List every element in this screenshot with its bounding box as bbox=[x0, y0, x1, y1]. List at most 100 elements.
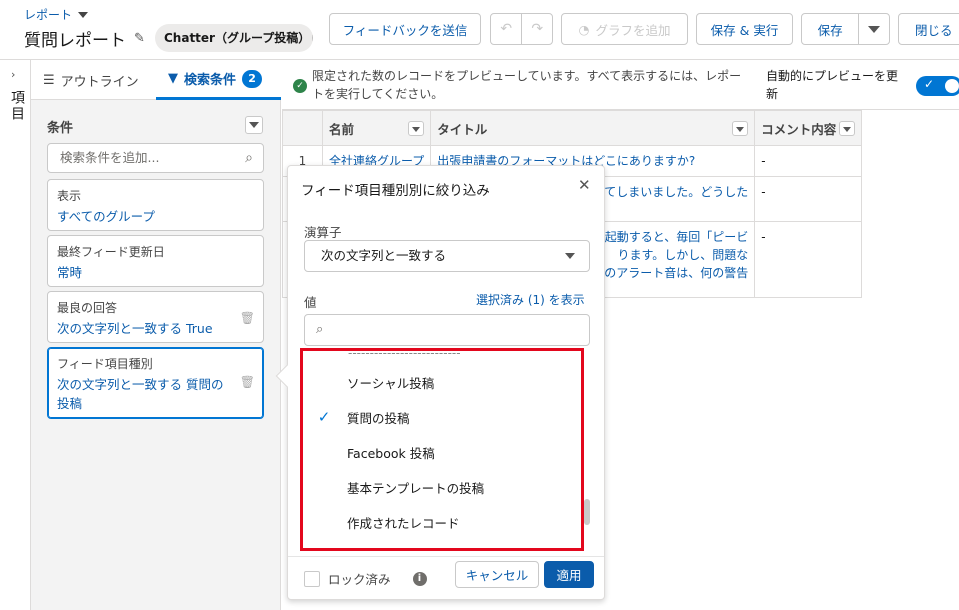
popover-title: フィード項目種別別に絞り込み bbox=[301, 183, 490, 199]
tab-outline-label: アウトライン bbox=[60, 74, 139, 90]
value-options-list[interactable]: ‐‐‐‐‐‐‐‐‐‐‐‐‐‐‐‐‐‐‐‐‐‐‐‐‐‐ ソーシャル投稿 ✓ 質問の… bbox=[301, 351, 593, 551]
fields-rail-label[interactable]: 項目 bbox=[7, 90, 27, 122]
filter-card-value: 次の文字列と一致する True bbox=[57, 321, 213, 336]
list-scrollbar[interactable] bbox=[584, 499, 590, 525]
list-item[interactable]: Facebook 投稿 bbox=[301, 436, 581, 468]
locked-label: ロック済み bbox=[328, 572, 391, 587]
option-label: 作成されたレコード bbox=[347, 515, 460, 531]
show-selected-link[interactable]: 選択済み (1) を表示 bbox=[476, 291, 585, 308]
column-header-comment[interactable]: コメント内容 bbox=[754, 110, 863, 146]
check-icon: ✓ bbox=[924, 77, 935, 91]
save-menu-toggle[interactable] bbox=[858, 14, 889, 44]
operator-selected-value: 次の文字列と一致する bbox=[321, 248, 447, 263]
trash-icon[interactable]: 🗑 bbox=[240, 375, 255, 389]
chart-icon: ◔ bbox=[578, 21, 590, 37]
preview-notice: ✓ 限定された数のレコードをプレビューしています。すべて表示するには、レポートを… bbox=[282, 60, 959, 110]
locked-checkbox-row[interactable]: ロック済み i bbox=[304, 569, 427, 588]
save-and-run-button[interactable]: 保存 & 実行 bbox=[696, 13, 793, 45]
column-header-label: タイトル bbox=[437, 121, 488, 137]
chevron-down-icon[interactable] bbox=[78, 11, 89, 18]
tab-filters[interactable]: ▼ 検索条件 2 bbox=[156, 60, 281, 100]
success-check-icon: ✓ bbox=[293, 79, 307, 93]
column-header-rownum bbox=[282, 110, 323, 146]
filter-funnel-icon: ▼ bbox=[168, 71, 178, 86]
breadcrumb-label[interactable]: レポート bbox=[24, 6, 72, 23]
auto-preview-toggle[interactable]: ✓ bbox=[916, 76, 959, 96]
table-header-row: 名前 タイトル コメント内容 bbox=[282, 110, 863, 146]
operator-label: 演算子 bbox=[304, 225, 342, 240]
add-chart-button[interactable]: ◔ グラフを追加 bbox=[561, 13, 688, 45]
column-header-title[interactable]: タイトル bbox=[430, 110, 756, 146]
undo-icon[interactable]: ↶ bbox=[491, 14, 521, 44]
filter-popover: フィード項目種別別に絞り込み ✕ 演算子 次の文字列と一致する 値 選択済み (… bbox=[275, 165, 605, 600]
add-filter-search[interactable]: 検索条件を追加... ⌕ bbox=[47, 143, 264, 173]
expand-arrow-icon[interactable]: › bbox=[11, 68, 15, 81]
filter-card-label: 最終フィード更新日 bbox=[57, 245, 165, 259]
auto-preview-label: 自動的にプレビューを更新 bbox=[766, 69, 899, 101]
redo-icon[interactable]: ↷ bbox=[521, 14, 552, 44]
add-filter-placeholder: 検索条件を追加... bbox=[60, 150, 160, 165]
list-item[interactable]: 作成されたレコード bbox=[301, 506, 581, 538]
tab-filters-label: 検索条件 bbox=[184, 73, 237, 88]
list-item[interactable]: ソーシャル投稿 bbox=[301, 366, 581, 398]
column-menu-button[interactable] bbox=[732, 121, 749, 136]
filter-card-best-answer[interactable]: 最良の回答 次の文字列と一致する True 🗑 bbox=[47, 291, 264, 343]
filter-card-value: すべてのグループ bbox=[57, 209, 155, 224]
filter-card-show[interactable]: 表示 すべてのグループ bbox=[47, 179, 264, 231]
clipped-list-item: ‐‐‐‐‐‐‐‐‐‐‐‐‐‐‐‐‐‐‐‐‐‐‐‐‐‐ bbox=[348, 351, 548, 354]
chevron-down-icon bbox=[249, 122, 259, 128]
filter-card-value: 常時 bbox=[57, 265, 83, 280]
report-header: レポート 質問レポート ✎ Chatter（グループ投稿）レ フィードバックを送… bbox=[0, 0, 959, 60]
option-label: Facebook 投稿 bbox=[347, 445, 435, 461]
cell-comment: - bbox=[754, 145, 863, 177]
chevron-down-icon bbox=[868, 25, 881, 33]
value-label: 値 bbox=[304, 295, 317, 310]
close-button[interactable]: 閉じる bbox=[898, 13, 959, 45]
filter-card-label: フィード項目種別 bbox=[57, 357, 153, 371]
info-icon[interactable]: i bbox=[412, 571, 427, 586]
trash-icon[interactable]: 🗑 bbox=[240, 311, 255, 325]
column-menu-button[interactable] bbox=[839, 121, 856, 136]
filters-panel: ☰ アウトライン ▼ 検索条件 2 条件 検索条件を追加... ⌕ 表示 すべて… bbox=[31, 60, 281, 610]
preview-message: 限定された数のレコードをプレビューしています。すべて表示するには、レポートを実行… bbox=[312, 69, 742, 101]
toggle-knob bbox=[945, 79, 959, 93]
apply-button[interactable]: 適用 bbox=[544, 561, 594, 588]
page-title-text: 質問レポート bbox=[24, 31, 126, 51]
close-icon[interactable]: ✕ bbox=[578, 176, 591, 194]
cell-comment: - bbox=[754, 221, 863, 298]
filters-section-title: 条件 bbox=[47, 121, 74, 136]
fields-rail[interactable]: › 項目 bbox=[0, 60, 31, 610]
send-feedback-button[interactable]: フィードバックを送信 bbox=[329, 13, 481, 45]
filter-card-feed-item-type[interactable]: フィード項目種別 次の文字列と一致する 質問の投稿 🗑 bbox=[47, 347, 264, 419]
list-item-selected[interactable]: ✓ 質問の投稿 bbox=[301, 401, 581, 433]
column-header-label: 名前 bbox=[329, 121, 355, 137]
breadcrumb[interactable]: レポート bbox=[24, 6, 89, 23]
column-header-label: コメント内容 bbox=[761, 121, 837, 137]
search-icon: ⌕ bbox=[245, 150, 253, 166]
panel-tabs: ☰ アウトライン ▼ 検索条件 2 bbox=[31, 60, 281, 100]
report-type-badge: Chatter（グループ投稿）レ bbox=[155, 24, 313, 52]
checkmark-icon: ✓ bbox=[317, 408, 331, 426]
filter-count-badge: 2 bbox=[242, 69, 263, 88]
cancel-button[interactable]: キャンセル bbox=[455, 561, 539, 588]
value-search-input[interactable]: ⌕ bbox=[304, 314, 590, 346]
undo-redo-group: ↶ ↷ bbox=[490, 13, 553, 45]
column-menu-button[interactable] bbox=[408, 121, 425, 136]
page-title: 質問レポート ✎ bbox=[24, 26, 145, 51]
column-header-name[interactable]: 名前 bbox=[321, 110, 432, 146]
filter-card-value: 次の文字列と一致する 質問の投稿 bbox=[57, 377, 224, 411]
save-button-group: 保存 bbox=[801, 13, 890, 45]
operator-select[interactable]: 次の文字列と一致する bbox=[304, 240, 590, 272]
filters-menu-button[interactable] bbox=[245, 116, 263, 134]
popover-footer-divider bbox=[288, 556, 604, 557]
chevron-down-icon bbox=[565, 253, 575, 259]
save-button[interactable]: 保存 bbox=[802, 14, 858, 44]
option-label: 基本テンプレートの投稿 bbox=[347, 480, 485, 496]
cell-comment: - bbox=[754, 176, 863, 222]
add-chart-label: グラフを追加 bbox=[595, 22, 671, 38]
list-item[interactable]: 基本テンプレートの投稿 bbox=[301, 471, 581, 503]
filter-card-last-feed-date[interactable]: 最終フィード更新日 常時 bbox=[47, 235, 264, 287]
tab-outline[interactable]: ☰ アウトライン bbox=[43, 60, 139, 100]
locked-checkbox[interactable] bbox=[304, 570, 320, 587]
edit-pencil-icon[interactable]: ✎ bbox=[134, 31, 145, 46]
